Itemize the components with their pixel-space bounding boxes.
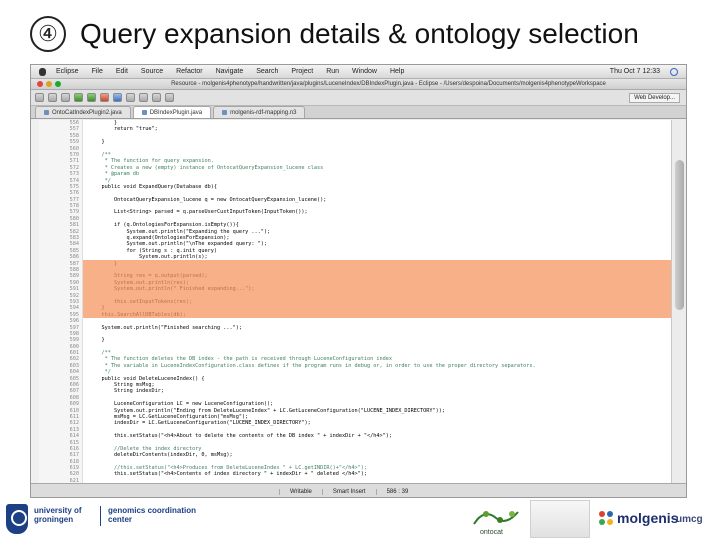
- java-file-icon: [141, 110, 147, 115]
- status-insert-mode: Smart Insert: [321, 488, 376, 495]
- menu-eclipse[interactable]: Eclipse: [56, 68, 79, 75]
- menu-edit[interactable]: Edit: [116, 68, 128, 75]
- search-icon[interactable]: [139, 93, 148, 102]
- logo-footer: university of groningen genomics coordin…: [0, 498, 720, 540]
- menu-file[interactable]: File: [92, 68, 103, 75]
- close-window-icon[interactable]: [37, 81, 43, 87]
- status-cursor-position: 586 : 39: [375, 488, 419, 495]
- new-file-icon[interactable]: [35, 93, 44, 102]
- menu-run[interactable]: Run: [326, 68, 339, 75]
- apple-icon[interactable]: [39, 67, 46, 76]
- menu-refactor[interactable]: Refactor: [176, 68, 202, 75]
- status-writable: Writable: [279, 488, 322, 495]
- window-controls: [37, 81, 61, 87]
- annotation-ruler: [31, 120, 39, 483]
- menu-project[interactable]: Project: [291, 68, 313, 75]
- tab-ontocatindexplugin2[interactable]: OntoCatIndexPlugin2.java: [35, 106, 131, 118]
- perspective-switcher[interactable]: Web Develop...: [629, 92, 680, 103]
- tree-illustration: [530, 500, 590, 538]
- umcg-logo: umcg: [676, 514, 703, 525]
- back-icon[interactable]: [152, 93, 161, 102]
- minimize-window-icon[interactable]: [46, 81, 52, 87]
- zoom-window-icon[interactable]: [55, 81, 61, 87]
- university-crest-icon: [6, 504, 28, 534]
- java-file-icon: [44, 110, 49, 115]
- menubar-clock: Thu Oct 7 12:33: [609, 68, 660, 75]
- new-class-icon[interactable]: [113, 93, 122, 102]
- debug-icon[interactable]: [74, 93, 83, 102]
- code-text[interactable]: } return "true"; } /** * The function fo…: [83, 120, 671, 483]
- line-number-gutter: 556 557 558 559 560 570 571 572 573 574 575 576 577 5…: [39, 120, 83, 483]
- ontocat-logo: ontocat: [473, 511, 519, 536]
- open-type-icon[interactable]: [126, 93, 135, 102]
- vertical-scrollbar[interactable]: [671, 120, 686, 483]
- menu-source[interactable]: Source: [141, 68, 163, 75]
- spotlight-icon[interactable]: [670, 67, 678, 76]
- molgenis-dots-icon: [599, 511, 613, 525]
- menu-help[interactable]: Help: [390, 68, 404, 75]
- slide-heading: Query expansion details & ontology selec…: [80, 18, 639, 49]
- code-editor[interactable]: 556 557 558 559 560 570 571 572 573 574 575 576 577 5…: [31, 120, 671, 483]
- print-icon[interactable]: [61, 93, 70, 102]
- menu-search[interactable]: Search: [256, 68, 278, 75]
- mac-menubar: Eclipse File Edit Source Refactor Naviga…: [31, 65, 686, 79]
- window-titlebar: Resource - molgenis4phenotype/handwritte…: [31, 79, 686, 90]
- menu-navigate[interactable]: Navigate: [216, 68, 244, 75]
- menu-window[interactable]: Window: [352, 68, 377, 75]
- editor-tabs: OntoCatIndexPlugin2.java DBIndexPlugin.j…: [31, 106, 686, 119]
- svg-text:ontocat: ontocat: [480, 529, 503, 536]
- slide-title: ④ Query expansion details & ontology sel…: [30, 12, 639, 56]
- save-icon[interactable]: [48, 93, 57, 102]
- run-icon[interactable]: [87, 93, 96, 102]
- gcc-logo-text: genomics coordination center: [108, 506, 197, 524]
- step-number-badge: ④: [30, 16, 66, 52]
- logo-divider: [100, 506, 101, 526]
- tab-molgenis-rdf-mapping[interactable]: molgenis-rdf-mapping.n3: [213, 106, 306, 118]
- scrollbar-thumb[interactable]: [675, 160, 684, 310]
- molgenis-logo: molgenis: [598, 510, 678, 526]
- n3-file-icon: [222, 110, 228, 115]
- external-tools-icon[interactable]: [100, 93, 109, 102]
- forward-icon[interactable]: [165, 93, 174, 102]
- eclipse-toolbar: Web Develop...: [31, 90, 686, 106]
- tab-dbindexplugin[interactable]: DBIndexPlugin.java: [132, 106, 212, 118]
- eclipse-screenshot: Eclipse File Edit Source Refactor Naviga…: [30, 64, 687, 498]
- window-title: Resource - molgenis4phenotype/handwritte…: [171, 81, 606, 87]
- status-bar: Writable Smart Insert 586 : 39: [31, 483, 686, 497]
- university-logo-text: university of groningen: [34, 506, 82, 524]
